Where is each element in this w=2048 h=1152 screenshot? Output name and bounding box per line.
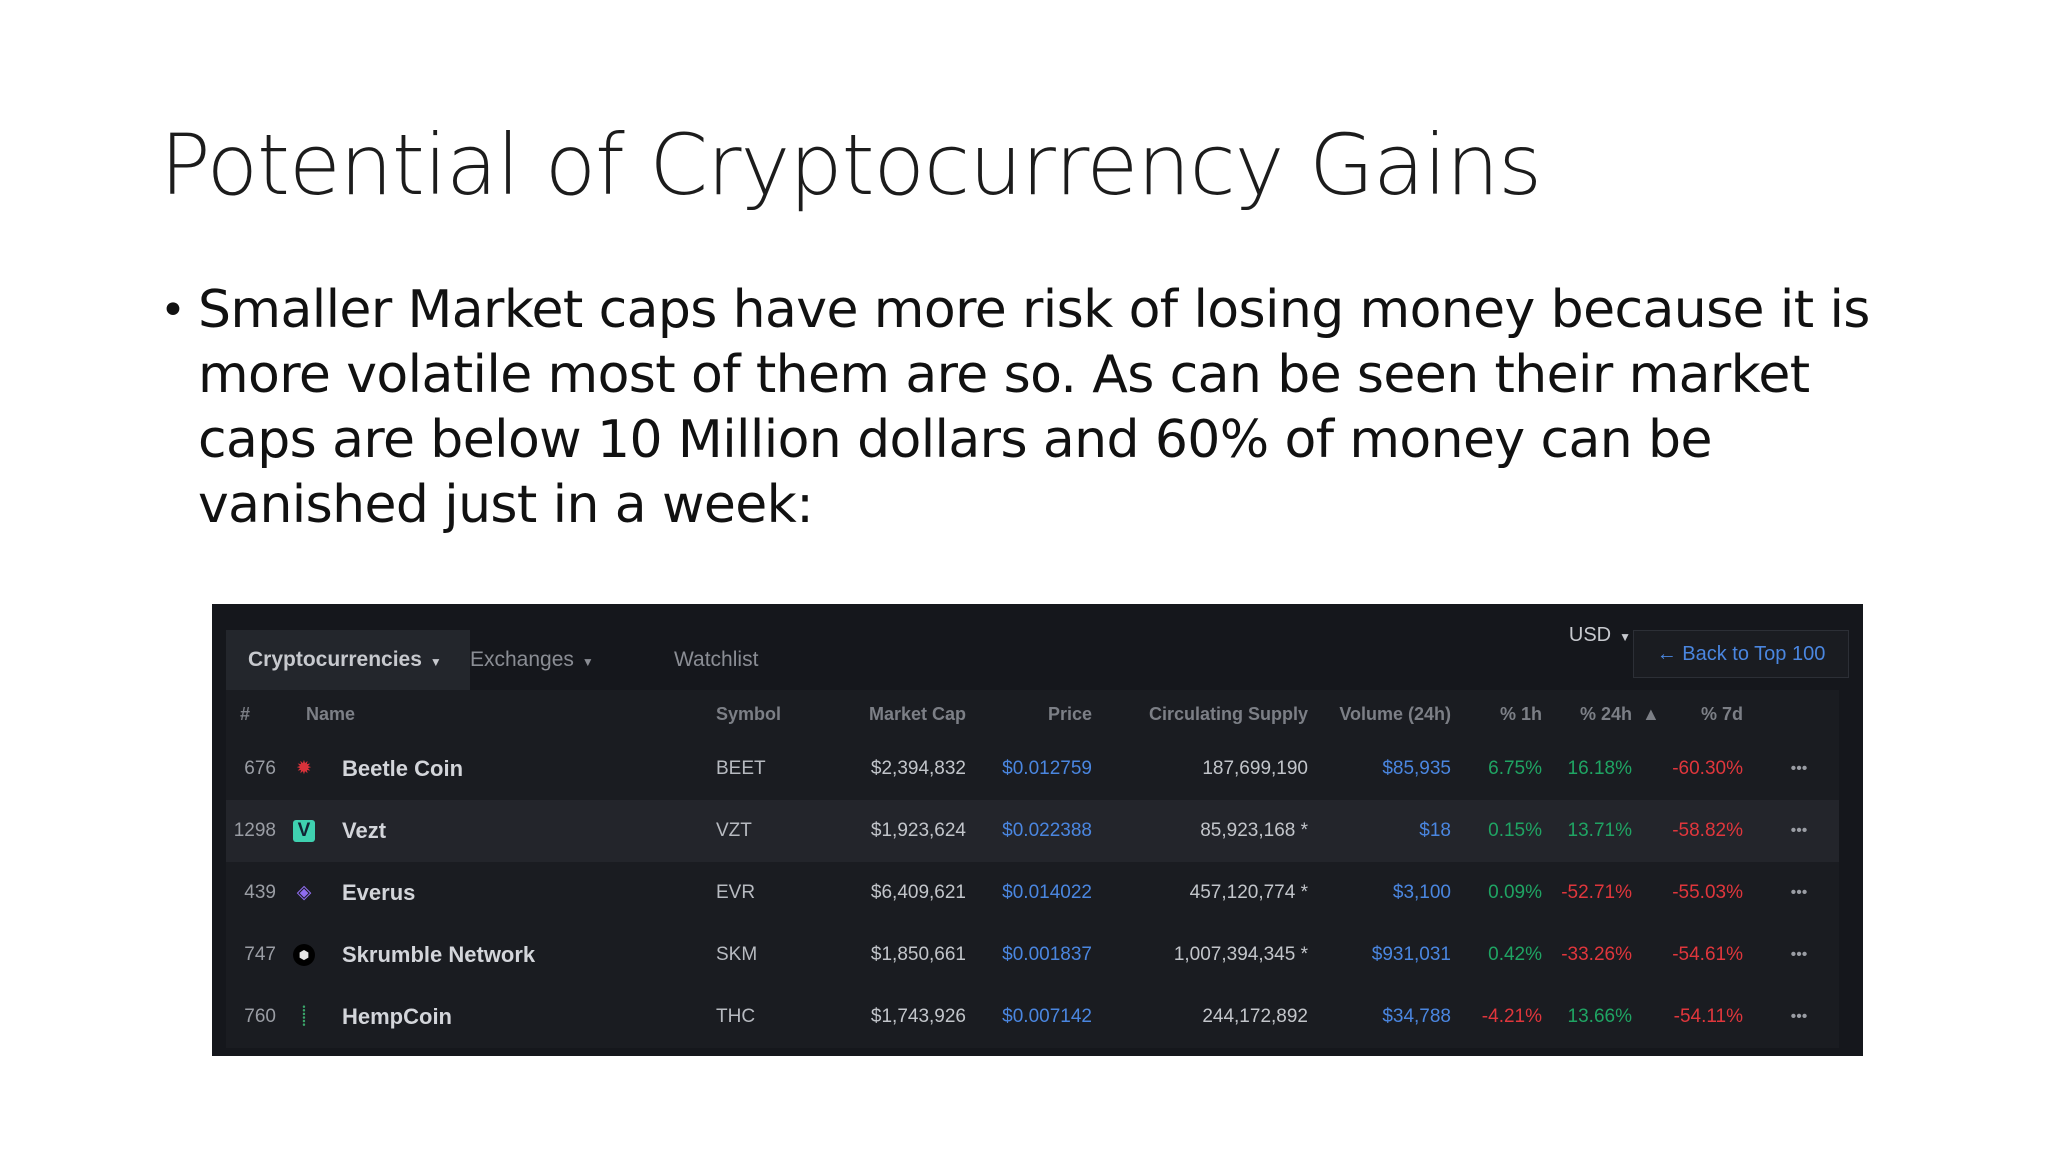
bullet-text: Smaller Market caps have more risk of lo… xyxy=(198,280,1870,535)
change-1h-cell: -4.21% xyxy=(1481,1006,1542,1027)
symbol-cell: SKM xyxy=(716,944,758,965)
col-7d[interactable]: % 7d xyxy=(1656,690,1743,738)
rank-cell: 747 xyxy=(244,944,276,965)
currency-label: USD xyxy=(1568,624,1612,646)
tab-label: Exchanges xyxy=(470,648,574,671)
price-link[interactable]: $0.001837 xyxy=(982,924,1092,986)
symbol-cell: VZT xyxy=(716,820,752,841)
change-24h-cell: 13.66% xyxy=(1567,1006,1632,1027)
supply-cell: 187,699,190 xyxy=(1202,758,1308,779)
change-7d-cell: -58.82% xyxy=(1672,820,1743,841)
tab-exchanges[interactable]: Exchanges ▼ xyxy=(470,630,594,690)
change-7d-cell: -60.30% xyxy=(1672,758,1743,779)
col-market-cap[interactable]: Market Cap xyxy=(836,690,966,738)
tab-cryptocurrencies[interactable]: Cryptocurrencies ▼ xyxy=(226,630,470,690)
volume-link[interactable]: $3,100 xyxy=(1326,862,1451,924)
tab-label: Cryptocurrencies xyxy=(248,648,422,671)
change-7d-cell: -55.03% xyxy=(1672,882,1743,903)
more-options-icon[interactable]: ••• xyxy=(1784,862,1814,924)
table-row[interactable]: 747 Skrumble Network SKM $1,850,661 $0.00183… xyxy=(226,924,1839,986)
caret-down-icon: ▼ xyxy=(429,655,442,669)
back-to-top-100-button[interactable]: ← Back to Top 100 xyxy=(1633,630,1849,678)
more-options-icon[interactable]: ••• xyxy=(1784,986,1814,1048)
price-link[interactable]: $0.007142 xyxy=(982,986,1092,1048)
caret-down-icon: ▼ xyxy=(1619,630,1631,644)
symbol-cell: BEET xyxy=(716,758,766,779)
vezt-logo-icon: V xyxy=(293,820,315,842)
everus-logo-icon: ◈ xyxy=(296,882,312,903)
supply-cell: 85,923,168 * xyxy=(1200,820,1308,841)
market-cap-cell: $6,409,621 xyxy=(870,882,966,903)
table-row[interactable]: 676 Beetle Coin BEET $2,394,832 $0.012759 187… xyxy=(226,738,1839,800)
col-volume[interactable]: Volume (24h) xyxy=(1306,690,1451,738)
change-1h-cell: 0.42% xyxy=(1488,944,1542,965)
col-symbol[interactable]: Symbol xyxy=(716,690,781,738)
change-1h-cell: 0.15% xyxy=(1488,820,1542,841)
price-link[interactable]: $0.014022 xyxy=(982,862,1092,924)
rank-cell: 439 xyxy=(244,882,276,903)
change-1h-cell: 0.09% xyxy=(1488,882,1542,903)
more-options-icon[interactable]: ••• xyxy=(1784,924,1814,986)
market-cap-cell: $1,743,926 xyxy=(870,1006,966,1027)
market-cap-cell: $1,850,661 xyxy=(870,944,966,965)
symbol-cell: EVR xyxy=(716,882,756,903)
rank-cell: 760 xyxy=(244,1006,276,1027)
coin-name-link[interactable]: HempCoin xyxy=(342,986,452,1048)
table-header: # Name Symbol Market Cap Price Circulati… xyxy=(226,690,1839,738)
tab-label: Watchlist xyxy=(674,648,759,671)
bullet-marker: • xyxy=(160,285,186,336)
table-row[interactable]: 439 Everus EVR $6,409,621 $0.014022 457,120,7… xyxy=(226,862,1839,924)
bullet-point: • Smaller Market caps have more risk of … xyxy=(160,278,1880,538)
volume-link[interactable]: $931,031 xyxy=(1326,924,1451,986)
tab-watchlist[interactable]: Watchlist xyxy=(674,630,758,690)
col-1h[interactable]: % 1h xyxy=(1466,690,1542,738)
caret-down-icon: ▼ xyxy=(581,655,594,669)
change-7d-cell: -54.11% xyxy=(1673,1006,1743,1027)
col-price[interactable]: Price xyxy=(982,690,1092,738)
skrumble-logo-icon: ⬢ xyxy=(293,944,315,966)
col-circulating-supply[interactable]: Circulating Supply xyxy=(1096,690,1308,738)
change-24h-cell: 13.71% xyxy=(1567,820,1632,841)
slide-title: Potential of Cryptocurrency Gains xyxy=(160,116,1542,214)
table-row[interactable]: 760 HempCoin THC $1,743,926 $0.007142 244,172… xyxy=(226,986,1839,1048)
col-name[interactable]: Name xyxy=(306,690,355,738)
supply-cell: 244,172,892 xyxy=(1202,1006,1308,1027)
more-options-icon[interactable]: ••• xyxy=(1784,738,1814,800)
supply-cell: 1,007,394,345 * xyxy=(1173,944,1308,965)
bug-icon: ✹ xyxy=(296,758,312,779)
change-24h-cell: -33.26% xyxy=(1561,944,1632,965)
market-cap-cell: $1,923,624 xyxy=(870,820,966,841)
volume-link[interactable]: $34,788 xyxy=(1326,986,1451,1048)
table-row[interactable]: 1298 Vezt VZT $1,923,624 $0.022388 85,923,168… xyxy=(226,800,1839,862)
change-24h-cell: -52.71% xyxy=(1561,882,1632,903)
col-rank[interactable]: # xyxy=(240,690,250,738)
change-7d-cell: -54.61% xyxy=(1672,944,1743,965)
coin-name-link[interactable]: Vezt xyxy=(342,800,386,862)
price-link[interactable]: $0.022388 xyxy=(982,800,1092,862)
change-24h-cell: 16.18% xyxy=(1567,758,1632,779)
col-24h[interactable]: % 24h xyxy=(1554,690,1632,738)
supply-cell: 457,120,774 * xyxy=(1189,882,1308,903)
symbol-cell: THC xyxy=(716,1006,756,1027)
hempcoin-logo-icon: ⸽ xyxy=(301,1006,307,1027)
coin-name-link[interactable]: Skrumble Network xyxy=(342,924,535,986)
price-link[interactable]: $0.012759 xyxy=(982,738,1092,800)
coinmarketcap-screenshot: Cryptocurrencies ▼ Exchanges ▼ Watchlist U… xyxy=(212,604,1863,1056)
currency-dropdown[interactable]: USD ▼ xyxy=(1569,624,1631,647)
more-options-icon[interactable]: ••• xyxy=(1784,800,1814,862)
coin-name-link[interactable]: Beetle Coin xyxy=(342,738,463,800)
coin-name-link[interactable]: Everus xyxy=(342,862,415,924)
rank-cell: 676 xyxy=(244,758,276,779)
volume-link[interactable]: $85,935 xyxy=(1326,738,1451,800)
volume-link[interactable]: $18 xyxy=(1326,800,1451,862)
rank-cell: 1298 xyxy=(233,820,276,841)
market-cap-cell: $2,394,832 xyxy=(870,758,966,779)
change-1h-cell: 6.75% xyxy=(1488,758,1542,779)
